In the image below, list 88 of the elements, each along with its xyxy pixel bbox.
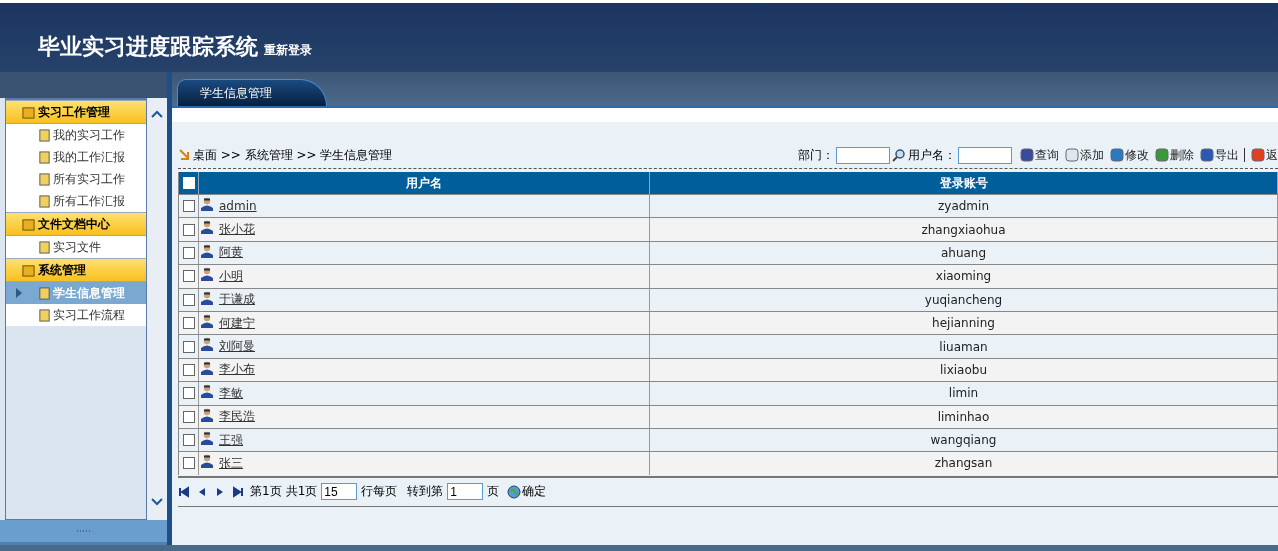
toolbar-icon — [1020, 148, 1034, 162]
menu-item[interactable]: 我的工作汇报 — [6, 146, 147, 168]
checkbox[interactable] — [182, 457, 195, 470]
confirm-button[interactable]: 确定 — [507, 483, 547, 501]
user-icon — [201, 220, 213, 235]
user-link[interactable]: 李敏 — [219, 384, 243, 402]
input-field[interactable] — [958, 146, 1012, 164]
menu-item[interactable]: 所有工作汇报 — [6, 190, 147, 212]
checkbox[interactable] — [182, 246, 195, 259]
user-link[interactable]: 李民浩 — [219, 408, 255, 426]
user-icon — [201, 407, 213, 422]
scroll-down-icon[interactable] — [151, 498, 164, 506]
toolbar-button[interactable]: 查询 — [1020, 146, 1059, 164]
checkbox[interactable] — [182, 363, 195, 376]
user-icon — [201, 360, 213, 375]
user-link[interactable]: 刘阿曼 — [219, 338, 255, 356]
first-page-icon[interactable] — [178, 485, 190, 498]
table-cell: zhangxiaohua — [650, 218, 1278, 241]
user-icon — [201, 313, 213, 328]
page-info: 第1页 — [250, 483, 282, 501]
app-title: 毕业实习进度跟踪系统 — [38, 34, 258, 60]
goto-label: 转到第 — [407, 483, 444, 501]
toolbar-icon — [1155, 148, 1169, 162]
menu-group-header[interactable]: 实习工作管理 — [6, 100, 147, 124]
menu-item[interactable]: 实习工作流程 — [6, 304, 147, 326]
user-link[interactable]: admin — [219, 199, 257, 214]
table-cell: zhangsan — [650, 452, 1278, 475]
user-icon — [201, 267, 213, 282]
checkbox[interactable] — [182, 293, 195, 306]
checkbox[interactable] — [182, 387, 195, 400]
checkbox[interactable] — [182, 317, 195, 330]
table-cell: yuqiancheng — [650, 288, 1278, 311]
toolbar-button[interactable]: 返 — [1251, 146, 1278, 164]
search-icon[interactable] — [892, 148, 906, 162]
menu-item[interactable]: 实习文件 — [6, 236, 147, 258]
checkbox[interactable] — [182, 410, 195, 423]
arrow-icon — [178, 149, 190, 161]
toolbar-icon — [1110, 148, 1124, 162]
checkbox[interactable] — [182, 223, 195, 236]
filter-label: 部门： — [798, 146, 834, 164]
arrow-icon — [16, 288, 22, 298]
checkbox[interactable] — [182, 434, 195, 447]
breadcrumb: 桌面 >> 系统管理 >> 学生信息管理 — [193, 146, 393, 164]
goto-page-field[interactable]: 1 — [447, 483, 484, 501]
table-cell: xiaoming — [650, 265, 1278, 288]
toolbar-icon — [1065, 148, 1079, 162]
toolbar-icon — [1200, 148, 1214, 162]
table-cell: limin — [650, 382, 1278, 405]
user-icon — [201, 290, 213, 305]
table-cell: liuaman — [650, 335, 1278, 358]
user-link[interactable]: 张小花 — [219, 221, 255, 239]
page-total: 共1页 — [285, 483, 318, 501]
user-icon — [201, 197, 213, 211]
user-icon — [201, 454, 213, 469]
page-label: 页 — [487, 483, 500, 501]
user-icon — [201, 243, 213, 258]
user-link[interactable]: 何建宁 — [219, 314, 255, 332]
toolbar-button[interactable]: 添加 — [1065, 146, 1104, 164]
user-link[interactable]: 张三 — [219, 455, 243, 472]
relogin-link[interactable]: 重新登录 — [264, 40, 312, 60]
user-link[interactable]: 王强 — [219, 431, 243, 449]
checkbox[interactable] — [182, 200, 195, 213]
scroll-up-icon[interactable] — [151, 110, 164, 118]
toolbar-icon — [1251, 148, 1265, 162]
page-size-field[interactable]: 15 — [321, 483, 358, 501]
last-page-icon[interactable] — [232, 485, 244, 498]
filter-label: 用户名： — [908, 146, 956, 164]
toolbar-button[interactable]: 导出 — [1200, 146, 1239, 164]
user-link[interactable]: 于谦成 — [219, 291, 255, 309]
user-link[interactable]: 李小布 — [219, 361, 255, 379]
toolbar-button[interactable]: 删除 — [1155, 146, 1194, 164]
menu-item[interactable]: 所有实习工作 — [6, 168, 147, 190]
menu-item[interactable]: 我的实习工作 — [6, 124, 147, 146]
toolbar-button[interactable]: 修改 — [1110, 146, 1149, 164]
tab[interactable]: 学生信息管理 — [177, 79, 327, 106]
table-cell: liminhao — [650, 405, 1278, 428]
user-link[interactable]: 小明 — [219, 267, 243, 285]
checkbox[interactable] — [182, 270, 195, 283]
globe-icon — [507, 484, 522, 499]
menu-group-header[interactable]: 文件文档中心 — [6, 212, 147, 236]
user-link[interactable]: 阿黄 — [219, 244, 243, 262]
user-icon — [201, 384, 213, 399]
user-icon — [201, 337, 213, 352]
input-field[interactable] — [836, 146, 890, 164]
checkbox[interactable] — [182, 340, 195, 353]
menu-group-header[interactable]: 系统管理 — [6, 258, 147, 282]
user-icon — [201, 430, 213, 445]
per-page-label: 行每页 — [361, 483, 398, 501]
